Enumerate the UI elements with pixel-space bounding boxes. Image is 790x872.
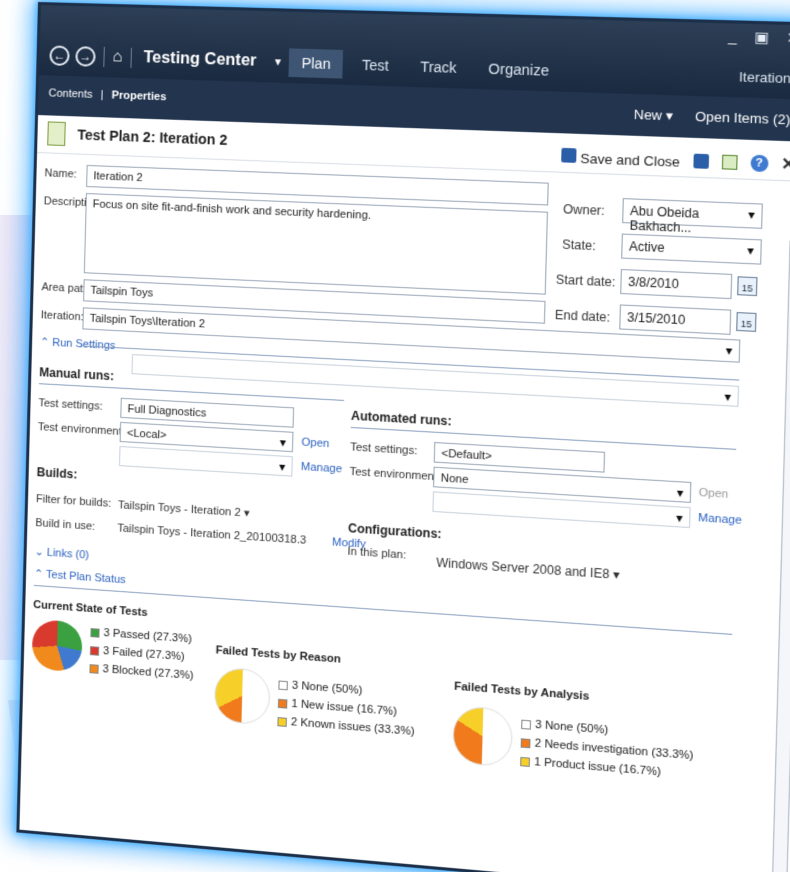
new-issue-swatch: [277, 698, 288, 709]
divider: [38, 383, 345, 401]
page-title: Test Plan 2: Iteration 2: [77, 126, 228, 149]
owner-select[interactable]: Abu Obeida Bakhach...: [622, 198, 763, 235]
iteration-label[interactable]: Iteration 2: [739, 69, 790, 87]
manual-environment-label: Test environment:: [37, 421, 125, 439]
failed-by-analysis-heading: Failed Tests by Analysis: [453, 680, 590, 704]
current-state-pie: [31, 618, 83, 673]
build-in-use-label: Build in use:: [35, 517, 96, 533]
calendar-icon[interactable]: 15: [737, 276, 758, 297]
properties-tab[interactable]: Properties: [111, 89, 166, 103]
automated-runs-heading: Automated runs:: [350, 408, 452, 429]
current-state-legend: 3 Passed (27.3%) 3 Failed (27.3%) 3 Bloc…: [89, 623, 194, 685]
builds-heading: Builds:: [36, 465, 78, 482]
tab-plan[interactable]: Plan: [288, 48, 344, 79]
help-icon[interactable]: ?: [750, 154, 769, 173]
passed-swatch: [90, 627, 100, 638]
build-in-use-value: Tailspin Toys - Iteration 2_20100318.3: [117, 522, 307, 547]
open-link[interactable]: Open: [301, 436, 329, 450]
run-settings-select[interactable]: [131, 354, 740, 407]
filter-builds-select[interactable]: Tailspin Toys - Iteration 2 ▾: [118, 498, 250, 519]
blocked-swatch: [89, 663, 99, 674]
needs-investigation-swatch: [520, 737, 531, 748]
start-date-field[interactable]: 3/8/2010: [620, 268, 733, 300]
none-swatch: [278, 680, 288, 690]
status-toggle[interactable]: ⌃ Test Plan Status: [34, 567, 126, 586]
vertical-scrollbar[interactable]: ▲ ▼: [771, 240, 790, 872]
failed-by-analysis-pie: [452, 705, 514, 768]
app-dropdown-icon[interactable]: ▼: [273, 57, 284, 69]
save-icon: [561, 147, 577, 163]
tab-organize[interactable]: Organize: [475, 54, 562, 86]
divider: |: [100, 89, 104, 102]
owner-label: Owner:: [562, 201, 605, 219]
failed-by-reason-heading: Failed Tests by Reason: [215, 644, 341, 666]
save-and-close-button[interactable]: Save and Close: [561, 147, 680, 169]
start-date-label: Start date:: [555, 272, 616, 290]
none-label: 3 None (50%): [535, 718, 609, 737]
blocked-label: 3 Blocked (27.3%): [102, 663, 194, 683]
app-title[interactable]: Testing Center: [143, 49, 256, 71]
automated-test-settings-label: Test settings:: [350, 441, 418, 458]
save-button[interactable]: [692, 153, 709, 169]
state-select[interactable]: Active: [621, 233, 762, 265]
current-state-heading: Current State of Tests: [33, 598, 148, 620]
manual-test-settings-label: Test settings:: [38, 397, 103, 413]
failed-by-reason-legend: 3 None (50%) 1 New issue (16.7%) 2 Known…: [277, 675, 415, 741]
back-icon[interactable]: ←: [49, 45, 70, 66]
automated-open-link[interactable]: Open: [699, 487, 729, 501]
open-items-button[interactable]: Open Items (2) ▾: [695, 109, 790, 129]
end-date-label: End date:: [554, 307, 611, 325]
forward-icon[interactable]: →: [75, 46, 96, 67]
window-controls[interactable]: _ ▣ ✕: [728, 28, 790, 48]
app-window: _ ▣ ✕ ← → ⌂ Testing Center ▼ Plan Test T…: [16, 2, 790, 872]
none-swatch: [521, 719, 532, 730]
new-button[interactable]: New ▾: [634, 107, 674, 125]
links-toggle[interactable]: ⌄ Links (0): [34, 545, 89, 562]
status-label: Test Plan Status: [45, 568, 126, 587]
end-date-field[interactable]: 3/15/2010: [619, 304, 732, 335]
failed-by-reason-pie: [213, 666, 271, 726]
save-and-close-label: Save and Close: [580, 150, 681, 170]
automated-manage-link[interactable]: Manage: [698, 512, 742, 527]
iteration-path-label: Iteration:: [40, 309, 84, 324]
failed-by-analysis-legend: 3 None (50%) 2 Needs investigation (33.3…: [520, 714, 694, 784]
calendar-icon[interactable]: 15: [736, 312, 757, 332]
failed-swatch: [89, 645, 100, 656]
description-field[interactable]: Focus on site fit-and-finish work and se…: [83, 193, 548, 295]
home-icon[interactable]: ⌂: [112, 48, 122, 66]
divider: [103, 46, 105, 68]
state-label: State:: [561, 237, 597, 254]
product-issue-swatch: [520, 756, 531, 767]
close-icon[interactable]: ✕: [781, 154, 790, 176]
name-label: Name:: [44, 167, 77, 181]
manual-runs-heading: Manual runs:: [39, 365, 115, 384]
none-label: 3 None (50%): [291, 679, 363, 698]
filter-builds-label: Filter for builds:: [35, 493, 112, 510]
refresh-button[interactable]: [721, 154, 738, 170]
known-issues-swatch: [277, 716, 287, 727]
run-settings-toggle[interactable]: ⌃ Run Settings: [40, 335, 116, 352]
properties-panel: Name: Iteration 2 Description: Focus on …: [19, 153, 790, 872]
divider: [130, 47, 132, 68]
test-plan-icon: [47, 121, 66, 147]
tab-track[interactable]: Track: [407, 52, 469, 83]
tab-test[interactable]: Test: [349, 50, 402, 80]
in-plan-label: In this plan:: [347, 545, 407, 562]
manage-link[interactable]: Manage: [301, 461, 343, 476]
configuration-select[interactable]: Windows Server 2008 and IE8 ▾: [436, 555, 620, 582]
contents-tab[interactable]: Contents: [48, 87, 92, 100]
automated-environment-label: Test environment:: [349, 465, 441, 484]
links-label: Links (0): [46, 546, 90, 562]
